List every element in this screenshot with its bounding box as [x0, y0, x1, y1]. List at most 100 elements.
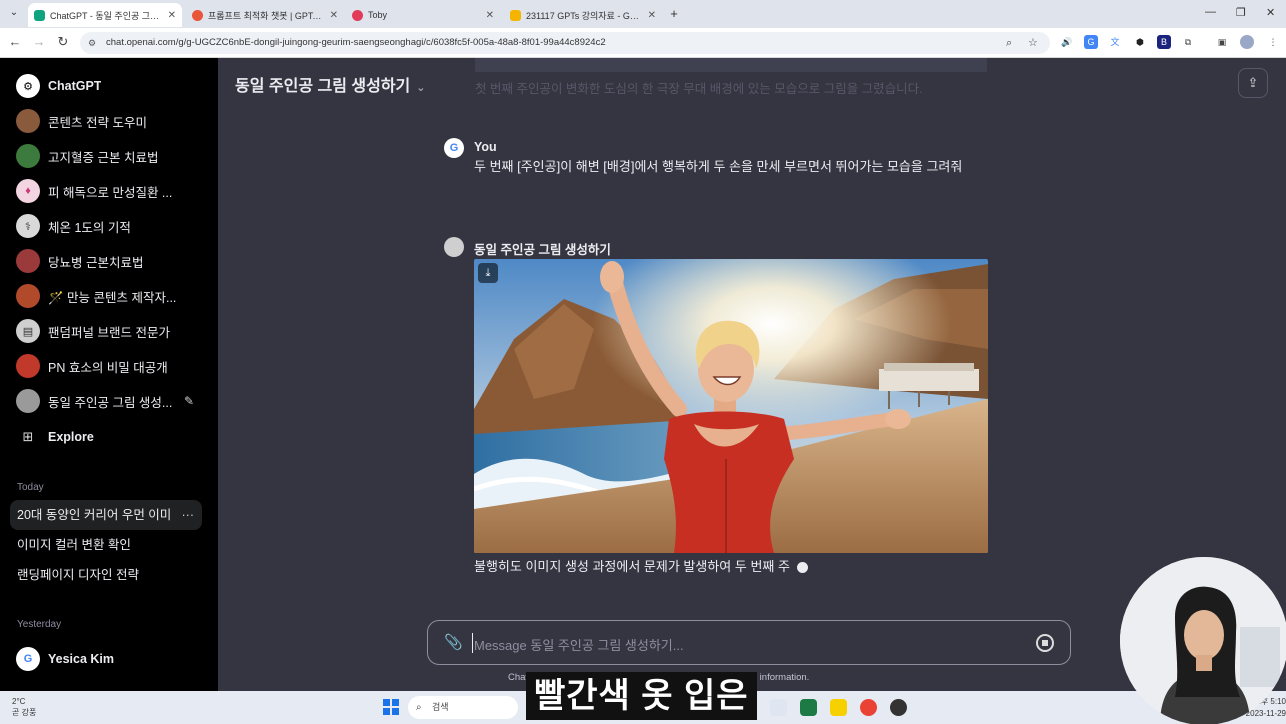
gpt-avatar-icon: ▤: [16, 319, 40, 343]
streaming-indicator-icon: [796, 562, 808, 574]
conversation-item[interactable]: 20대 동양인 커리어 우먼 이미 ···: [10, 500, 202, 530]
gpt-avatar-icon: ♦: [16, 179, 40, 203]
new-tab-button[interactable]: +: [666, 6, 682, 22]
screen: ⌄ ChatGPT - 동일 주인공 그림 생 ✕ 프롬프트 최적화 챗봇 | …: [0, 0, 1286, 724]
close-tab-icon[interactable]: ✕: [486, 10, 494, 21]
share-button[interactable]: ⇪: [1238, 68, 1268, 98]
browser-tab[interactable]: ChatGPT - 동일 주인공 그림 생 ✕: [28, 3, 182, 27]
sidebar-item-gpt[interactable]: ⚕ 체온 1도의 기적: [10, 210, 206, 242]
weather-desc: 곧 강풍: [12, 708, 37, 717]
new-chat-edit-icon[interactable]: ✎: [184, 394, 194, 408]
sidebar-item-gpt[interactable]: 🪄 만능 콘텐츠 제작자...: [10, 280, 206, 312]
sidebar-item-gpt[interactable]: PN 효소의 비밀 대공개: [10, 350, 206, 382]
url-input[interactable]: ⚙ chat.openai.com/g/g-UGCZC6nbE-dongil-j…: [80, 32, 1050, 54]
gpt-title-dropdown[interactable]: 동일 주인공 그림 생성하기 ⌄: [235, 72, 425, 96]
translate-icon[interactable]: G: [1084, 35, 1098, 49]
download-icon: ⤓: [485, 267, 491, 279]
generated-image[interactable]: [474, 259, 988, 553]
video-subtitle: 빨간색 옷 입은: [526, 672, 757, 720]
extensions-puzzle-icon[interactable]: ⧉: [1181, 35, 1195, 49]
browser-tab[interactable]: Toby ✕: [346, 3, 500, 27]
gpters-favicon-icon: [192, 9, 203, 21]
gpt-avatar-icon: [444, 237, 464, 257]
snipping-tool-icon[interactable]: [770, 699, 787, 716]
sidebar-item-gpt-current[interactable]: 동일 주인공 그림 생성... ✎: [10, 385, 206, 417]
message-input[interactable]: Message 동일 주인공 그림 생성하기...: [474, 635, 684, 654]
weather-widget[interactable]: 2°C 곧 강풍: [12, 696, 36, 718]
presenter-video: [1120, 557, 1286, 724]
gpt-avatar-icon: [16, 354, 40, 378]
gpt-avatar-icon: [16, 249, 40, 273]
excel-icon[interactable]: [800, 699, 817, 716]
close-tab-icon[interactable]: ✕: [168, 10, 176, 21]
previous-message-text: 첫 번째 주인공이 변화한 도심의 한 극장 무대 배경에 있는 모습으로 그림…: [475, 82, 923, 96]
taskbar-search[interactable]: ⌕ 검색: [408, 696, 518, 719]
user-author-label: You: [474, 140, 497, 154]
browser-menu-icon[interactable]: ⋮: [1266, 35, 1280, 49]
browser-tab-bar: ⌄ ChatGPT - 동일 주인공 그림 생 ✕ 프롬프트 최적화 챗봇 | …: [0, 0, 1286, 28]
windows-start-icon[interactable]: [383, 699, 399, 715]
text-cursor: [472, 633, 473, 653]
sidebar-item-gpt[interactable]: ♦ 피 해독으로 만성질환 ...: [10, 175, 206, 207]
gpt-avatar-icon: [16, 284, 40, 308]
browser-address-bar: ← → ↻ ⚙ chat.openai.com/g/g-UGCZC6nbE-do…: [0, 28, 1286, 58]
close-tab-icon[interactable]: ✕: [648, 10, 656, 21]
stop-generating-button[interactable]: [1036, 634, 1054, 652]
user-message-text: 두 번째 [주인공]이 해변 [배경]에서 행복하게 두 손을 만세 부르면서 …: [474, 159, 963, 174]
google-avatar-icon: G: [16, 647, 40, 671]
extension-icon[interactable]: ⬢: [1133, 35, 1147, 49]
sidebar-item-gpt[interactable]: 고지혈증 근본 치료법: [10, 140, 206, 172]
chat-main: 첫 번째 주인공이 변화한 도심의 한 극장 무대 배경에 있는 모습으로 그림…: [218, 58, 1286, 691]
sidebar-item-gpt[interactable]: 당뇨병 근본치료법: [10, 245, 206, 277]
download-image-button[interactable]: ⤓: [478, 263, 498, 283]
restore-icon[interactable]: ❐: [1236, 6, 1246, 19]
assistant-message-text: 불행히도 이미지 생성 과정에서 문제가 발생하여 두 번째 주: [474, 557, 994, 577]
sidebar: ⚙ ChatGPT 콘텐츠 전략 도우미 고지혈증 근본 치료법 ♦ 피 해독으…: [0, 58, 218, 691]
gpt-avatar-icon: [16, 389, 40, 413]
kakaotalk-icon[interactable]: [830, 699, 847, 716]
conversation-item[interactable]: 이미지 컬러 변환 확인: [10, 530, 202, 560]
share-icon: ⇪: [1247, 75, 1259, 90]
chrome-icon[interactable]: [860, 699, 877, 716]
openai-logo-icon: ⚙: [16, 74, 40, 98]
back-icon[interactable]: ←: [6, 34, 24, 49]
sidebar-item-gpt[interactable]: 콘텐츠 전략 도우미: [10, 105, 206, 137]
search-icon: ⌕: [416, 702, 422, 713]
webcam-overlay: [1120, 557, 1286, 724]
profile-avatar[interactable]: [1240, 35, 1254, 49]
user-profile[interactable]: G Yesica Kim: [10, 643, 206, 675]
bookmark-star-icon[interactable]: ☆: [1028, 32, 1038, 54]
weather-temp: 2°C: [12, 697, 26, 706]
site-info-icon[interactable]: ⚙: [88, 32, 96, 54]
audio-icon[interactable]: 🔊: [1060, 35, 1074, 49]
app-icon[interactable]: [890, 699, 907, 716]
side-panel-icon[interactable]: ▣: [1215, 35, 1229, 49]
close-tab-icon[interactable]: ✕: [330, 10, 338, 21]
attach-paperclip-icon[interactable]: 📎: [444, 633, 463, 651]
browser-tab[interactable]: 231117 GPTs 강의자료 - Goog ✕: [504, 3, 662, 27]
translate-ext-icon[interactable]: 文: [1108, 35, 1122, 49]
previous-image-edge: [475, 58, 987, 72]
more-options-icon[interactable]: ···: [182, 500, 195, 530]
close-window-icon[interactable]: ✕: [1266, 6, 1275, 19]
section-label-today: Today: [17, 482, 44, 493]
reload-icon[interactable]: ↻: [54, 34, 72, 50]
gpt-avatar-icon: [16, 109, 40, 133]
minimize-icon[interactable]: —: [1205, 6, 1216, 18]
sidebar-item-chatgpt[interactable]: ⚙ ChatGPT: [10, 70, 206, 102]
tab-search-icon[interactable]: ⌄: [6, 5, 22, 21]
zoom-icon[interactable]: ⌕: [1006, 32, 1012, 54]
gpt-avatar-icon: ⚕: [16, 214, 40, 238]
assistant-author-label: 동일 주인공 그림 생성하기: [474, 243, 611, 257]
sidebar-item-gpt[interactable]: ▤ 팬덤퍼널 브랜드 전문가: [10, 315, 206, 347]
slides-favicon-icon: [510, 9, 521, 21]
conversation-item[interactable]: 랜딩페이지 디자인 전략: [10, 560, 202, 590]
user-avatar-google-icon: G: [444, 138, 464, 158]
browser-tab[interactable]: 프롬프트 최적화 챗봇 | GPTers ✕: [186, 3, 344, 27]
chevron-down-icon: ⌄: [416, 82, 426, 94]
chatgpt-favicon-icon: [34, 9, 45, 21]
sidebar-item-explore[interactable]: ⊞ Explore: [10, 421, 206, 453]
forward-icon[interactable]: →: [30, 34, 48, 49]
extension-icon[interactable]: B: [1157, 35, 1171, 49]
message-composer[interactable]: 📎 Message 동일 주인공 그림 생성하기...: [427, 620, 1071, 665]
